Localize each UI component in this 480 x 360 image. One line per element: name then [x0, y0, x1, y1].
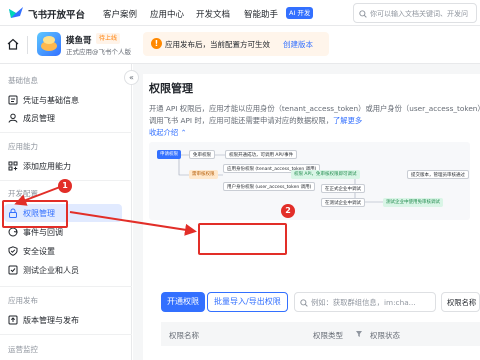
- section-dev-config: 开发配置: [8, 189, 38, 198]
- sidebar-item-credentials[interactable]: 凭证与基础信息: [4, 91, 122, 109]
- ai-dev-badge: AI 开发: [286, 7, 314, 19]
- description-line-1: 开通 API 权限后，应用才能以应用身份（tenant_access_token…: [149, 104, 480, 113]
- search-placeholder: 例如：获取群组信息，im:cha...: [311, 298, 416, 307]
- app-status-badge: 待上线: [96, 33, 121, 44]
- divider: [0, 286, 132, 287]
- divider: [0, 132, 132, 133]
- divider: [27, 36, 28, 54]
- nav-dev-docs[interactable]: 开发文档: [196, 8, 230, 20]
- description-line-2: 调用飞书 API 时，应用可能还需要申请对应的数据权限，了解更多: [149, 116, 363, 125]
- main-content: 权限管理 开通 API 权限后，应用才能以应用身份（tenant_access_…: [133, 64, 480, 360]
- notice-text: 应用发布后，当前配置方可生效: [165, 40, 270, 49]
- warning-icon: !: [151, 38, 162, 49]
- sidebar-item-members[interactable]: 成员管理: [4, 109, 122, 127]
- permission-flow-diagram: 申请权限 免审权限 权限开通成功，可调用 API/事件 需审核权限 应用身份权限…: [149, 142, 470, 220]
- version-icon: [8, 315, 18, 325]
- flow-node: 在测试企业中调试: [321, 198, 365, 207]
- sidebar-item-label: 测试企业和人员: [23, 266, 79, 275]
- app-header: 摸鱼哥 待上线 正式应用@飞书个人版 ! 应用发布后，当前配置方可生效 创建版本: [0, 26, 480, 64]
- sidebar-item-add-capability[interactable]: 添加应用能力: [4, 157, 122, 175]
- user-icon: [8, 113, 18, 123]
- permission-name-filter[interactable]: 权限名称: [441, 292, 480, 312]
- feishu-logo-icon[interactable]: [8, 6, 24, 19]
- page-title: 权限管理: [149, 82, 193, 95]
- flow-node: 测试企业中使用免审核调试: [383, 198, 443, 207]
- doc-search-input[interactable]: 你可以输入文档关键词、开发问: [353, 3, 477, 23]
- search-icon: [300, 299, 308, 307]
- create-version-link[interactable]: 创建版本: [283, 39, 313, 50]
- learn-more-link[interactable]: 了解更多: [333, 116, 362, 125]
- column-header-status[interactable]: 权限状态: [370, 330, 400, 341]
- search-placeholder: 你可以输入文档关键词、开发问: [370, 10, 468, 18]
- sidebar-item-label: 事件与回调: [23, 228, 63, 237]
- collapse-sidebar-button[interactable]: «: [124, 70, 139, 85]
- brand-name[interactable]: 飞书开放平台: [28, 7, 85, 21]
- flow-node: 权限 API，免审核权限即可调试: [291, 170, 360, 179]
- batch-import-export-button[interactable]: 批量导入/导出权限: [207, 292, 288, 312]
- sidebar-item-label: 版本管理与发布: [23, 316, 79, 325]
- sidebar-item-label: 添加应用能力: [23, 162, 71, 171]
- highlight-permissions-menu: [2, 200, 68, 228]
- flow-node: 提交版本，管理员审核通过: [407, 170, 469, 179]
- collapse-intro-link[interactable]: 收起介绍 ⌃: [149, 128, 187, 138]
- nav-app-center[interactable]: 应用中心: [150, 8, 184, 20]
- sidebar-item-security[interactable]: 安全设置: [4, 242, 122, 260]
- test-icon: [8, 265, 18, 275]
- flow-node: 在正式企业中调试: [321, 184, 365, 193]
- sidebar-item-label: 凭证与基础信息: [23, 96, 79, 105]
- step-1-marker: 1: [58, 179, 72, 193]
- section-app-capability: 应用能力: [8, 142, 38, 151]
- sidebar-item-label: 成员管理: [23, 114, 55, 123]
- permission-search-input[interactable]: 例如：获取群组信息，im:cha...: [294, 292, 436, 312]
- nav-customer-cases[interactable]: 客户案例: [103, 8, 137, 20]
- flow-node: 权限开通成功，可调用 API/事件: [225, 150, 298, 159]
- app-subtitle: 正式应用@飞书个人版: [66, 48, 131, 56]
- column-header-type[interactable]: 权限类型: [313, 330, 343, 341]
- sidebar-item-test-companies[interactable]: 测试企业和人员: [4, 261, 122, 279]
- search-icon: [359, 10, 367, 18]
- flow-node: 需审核权限: [189, 170, 218, 179]
- event-icon: [8, 227, 18, 237]
- section-monitoring: 运营监控: [8, 345, 38, 354]
- credential-icon: [8, 95, 18, 105]
- section-basic-info: 基础信息: [8, 76, 38, 85]
- top-navbar: 飞书开放平台 客户案例 应用中心 开发文档 智能助手 AI 开发 你可以输入文档…: [0, 0, 480, 26]
- sidebar-item-versions[interactable]: 版本管理与发布: [4, 311, 122, 329]
- column-header-name[interactable]: 权限名称: [169, 330, 199, 341]
- step-2-marker: 2: [281, 204, 295, 218]
- shield-icon: [8, 246, 18, 256]
- highlight-batch-button: [198, 223, 287, 255]
- flow-node: 申请权限: [157, 150, 181, 159]
- divider: [0, 334, 132, 335]
- enable-permissions-button[interactable]: 开通权限: [161, 292, 205, 312]
- flow-node: 用户身份权限 (user_access_token 调用): [223, 182, 316, 191]
- home-icon[interactable]: [7, 38, 19, 50]
- app-name: 摸鱼哥: [66, 36, 92, 46]
- publish-notice: ! 应用发布后，当前配置方可生效 创建版本: [143, 32, 329, 56]
- flow-node: 免审权限: [189, 150, 215, 159]
- nav-smart-assistant[interactable]: 智能助手: [244, 8, 278, 20]
- grid-plus-icon: [8, 161, 18, 171]
- sidebar-item-label: 安全设置: [23, 247, 55, 256]
- permissions-table-header: 权限名称 权限类型 权限状态: [161, 322, 480, 346]
- filter-icon[interactable]: [356, 331, 362, 337]
- section-app-release: 应用发布: [8, 296, 38, 305]
- app-avatar[interactable]: [37, 32, 61, 56]
